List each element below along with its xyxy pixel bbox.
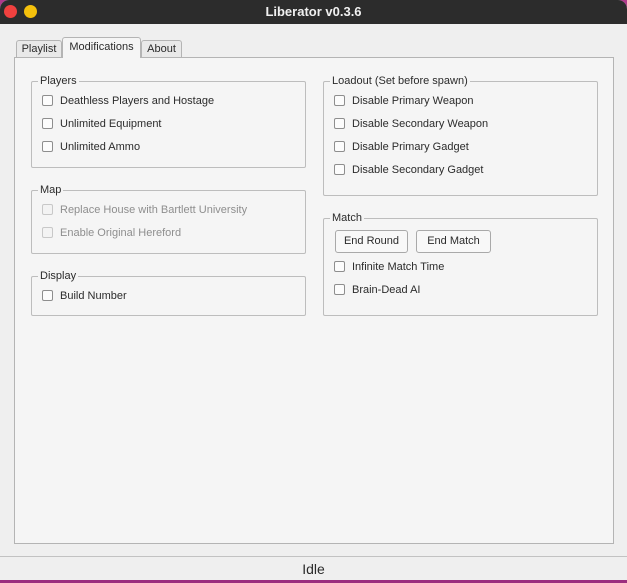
display-group: Display Build Number <box>31 269 306 316</box>
checkbox-box[interactable] <box>334 141 345 152</box>
checkbox-label: Disable Primary Gadget <box>352 141 469 153</box>
enable-original-hereford-checkbox: Enable Original Hereford <box>42 225 181 241</box>
checkbox-box[interactable] <box>334 164 345 175</box>
checkbox-box[interactable] <box>334 118 345 129</box>
checkbox-box[interactable] <box>42 95 53 106</box>
checkbox-box[interactable] <box>42 290 53 301</box>
checkbox-box[interactable] <box>334 284 345 295</box>
disable-secondary-gadget-checkbox[interactable]: Disable Secondary Gadget <box>334 162 483 178</box>
build-number-checkbox[interactable]: Build Number <box>42 288 127 304</box>
tab-about[interactable]: About <box>141 40 182 57</box>
checkbox-label: Replace House with Bartlett University <box>60 204 248 216</box>
unlimited-equipment-checkbox[interactable]: Unlimited Equipment <box>42 116 162 132</box>
checkbox-label: Unlimited Equipment <box>60 118 162 130</box>
end-round-button[interactable]: End Round <box>335 230 408 253</box>
checkbox-label: Infinite Match Time <box>352 261 445 273</box>
checkbox-label: Disable Secondary Gadget <box>352 164 484 176</box>
display-group-title: Display <box>38 269 79 283</box>
checkbox-box <box>42 227 53 238</box>
title-bar[interactable]: Liberator v0.3.6 <box>0 0 627 24</box>
map-group: Map Replace House with Bartlett Universi… <box>31 183 306 254</box>
checkbox-box[interactable] <box>42 141 53 152</box>
replace-house-checkbox: Replace House with Bartlett University <box>42 202 247 218</box>
checkbox-label: Enable Original Hereford <box>60 227 182 239</box>
match-group-title: Match <box>330 211 364 225</box>
checkbox-box[interactable] <box>42 118 53 129</box>
checkbox-box <box>42 204 53 215</box>
disable-primary-gadget-checkbox[interactable]: Disable Primary Gadget <box>334 139 469 155</box>
end-match-button[interactable]: End Match <box>416 230 491 253</box>
checkbox-label: Build Number <box>60 290 127 302</box>
disable-secondary-weapon-checkbox[interactable]: Disable Secondary Weapon <box>334 116 488 132</box>
players-group: Players Deathless Players and Hostage Un… <box>31 74 306 168</box>
checkbox-label: Disable Secondary Weapon <box>352 118 489 130</box>
checkbox-label: Brain-Dead AI <box>352 284 421 296</box>
infinite-match-time-checkbox[interactable]: Infinite Match Time <box>334 259 444 275</box>
tab-playlist[interactable]: Playlist <box>16 40 62 57</box>
status-text: Idle <box>302 561 325 577</box>
loadout-group-title: Loadout (Set before spawn) <box>330 74 470 88</box>
status-bar: Idle <box>0 556 627 580</box>
unlimited-ammo-checkbox[interactable]: Unlimited Ammo <box>42 139 140 155</box>
deathless-players-checkbox[interactable]: Deathless Players and Hostage <box>42 93 214 109</box>
map-group-title: Map <box>38 183 64 197</box>
modifications-panel: Players Deathless Players and Hostage Un… <box>14 57 614 544</box>
window-title: Liberator v0.3.6 <box>265 4 362 19</box>
checkbox-label: Deathless Players and Hostage <box>60 95 215 107</box>
app-window: Liberator v0.3.6 Playlist Modifications … <box>0 0 627 580</box>
players-group-title: Players <box>38 74 79 88</box>
checkbox-box[interactable] <box>334 95 345 106</box>
disable-primary-weapon-checkbox[interactable]: Disable Primary Weapon <box>334 93 473 109</box>
checkbox-label: Unlimited Ammo <box>60 141 141 153</box>
brain-dead-ai-checkbox[interactable]: Brain-Dead AI <box>334 282 420 298</box>
tab-modifications[interactable]: Modifications <box>62 37 141 58</box>
checkbox-label: Disable Primary Weapon <box>352 95 474 107</box>
checkbox-box[interactable] <box>334 261 345 272</box>
match-group: Match End Round End Match Infinite Match… <box>323 211 598 316</box>
loadout-group: Loadout (Set before spawn) Disable Prima… <box>323 74 598 196</box>
